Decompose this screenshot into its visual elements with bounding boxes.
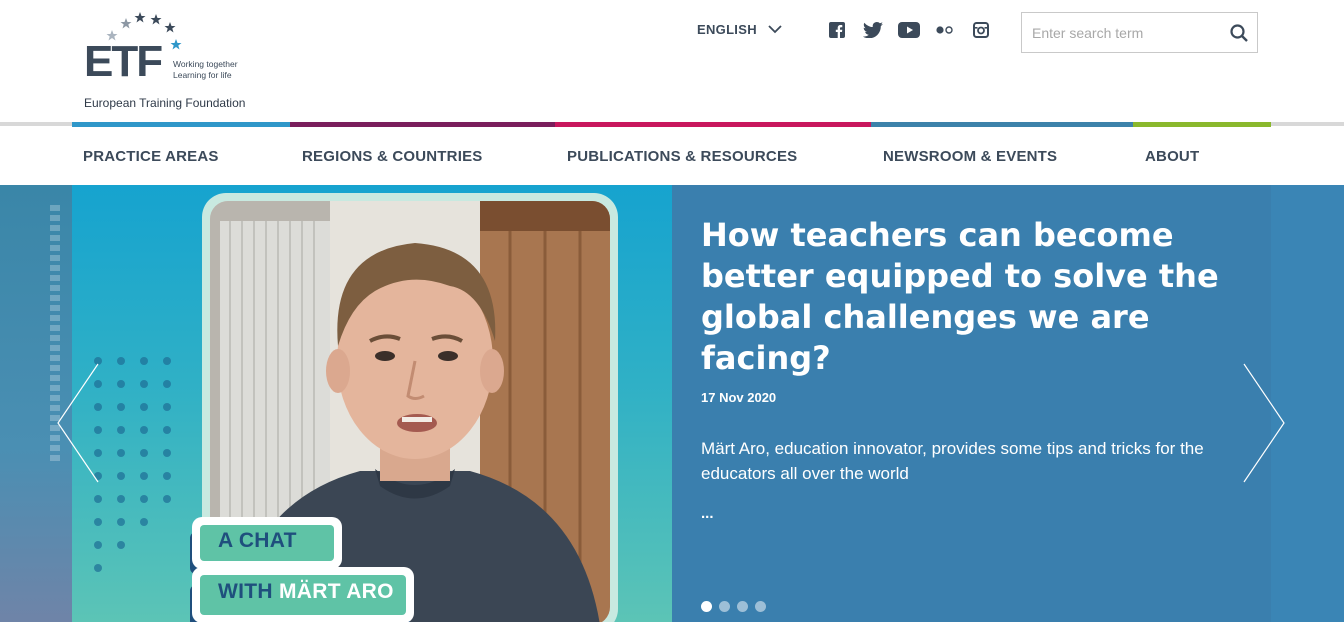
slide-content: How teachers can become better equipped … [672,185,1271,622]
nav-regions-countries[interactable]: REGIONS & COUNTRIES [302,127,482,185]
chevron-down-icon [768,25,782,34]
search-button[interactable] [1221,13,1257,52]
search-box [1021,12,1258,53]
social-links [826,20,992,40]
language-label: ENGLISH [697,21,757,37]
slide-title[interactable]: How teachers can become better equipped … [701,215,1241,379]
chat-badge-with: WITH [218,580,279,603]
facebook-icon[interactable] [826,20,848,40]
pager-dot-4[interactable] [755,601,766,612]
slide-summary: Märt Aro, education innovator, provides … [701,439,1204,483]
nav-practice-areas[interactable]: PRACTICE AREAS [83,127,219,185]
search-icon [1230,23,1248,42]
nav-about[interactable]: ABOUT [1145,127,1199,185]
chat-badge-text-1: A CHAT [218,529,297,552]
pager-dot-3[interactable] [737,601,748,612]
pager-dot-1[interactable] [701,601,712,612]
dot-pattern [94,357,171,572]
youtube-icon[interactable] [898,20,920,40]
etf-logo[interactable]: ETF Working together Learning for life E… [84,12,259,112]
chat-badge-text-2: WITH MÄRT ARO [218,580,394,604]
organization-name: European Training Foundation [84,96,246,110]
language-selector[interactable]: ENGLISH [697,21,783,37]
read-more-link[interactable]: ... [701,505,714,522]
tagline-line-1: Working together [173,59,238,69]
tagline-line-2: Learning for life [173,70,232,80]
twitter-icon[interactable] [862,20,884,40]
slide-image: A CHAT WITH MÄRT ARO [72,185,672,622]
search-input[interactable] [1022,13,1221,52]
slide-pager [701,601,766,612]
instagram-icon[interactable] [970,20,992,40]
slide-date: 17 Nov 2020 [701,390,777,405]
hero-slider: A CHAT WITH MÄRT ARO How teachers can be… [0,185,1344,622]
chat-badge-name: MÄRT ARO [278,580,394,603]
chevron-right-icon[interactable] [1242,362,1286,484]
flickr-icon[interactable] [934,20,956,40]
nav-newsroom-events[interactable]: NEWSROOM & EVENTS [883,127,1057,185]
nav-publications-resources[interactable]: PUBLICATIONS & RESOURCES [567,127,797,185]
logo-mark: ETF [84,37,163,86]
pager-dot-2[interactable] [719,601,730,612]
page: ETF Working together Learning for life E… [0,0,1344,622]
main-nav: PRACTICE AREAS REGIONS & COUNTRIES PUBLI… [72,127,1271,185]
chevron-left-icon[interactable] [56,362,100,484]
logo-tagline: Working together Learning for life [173,59,238,81]
